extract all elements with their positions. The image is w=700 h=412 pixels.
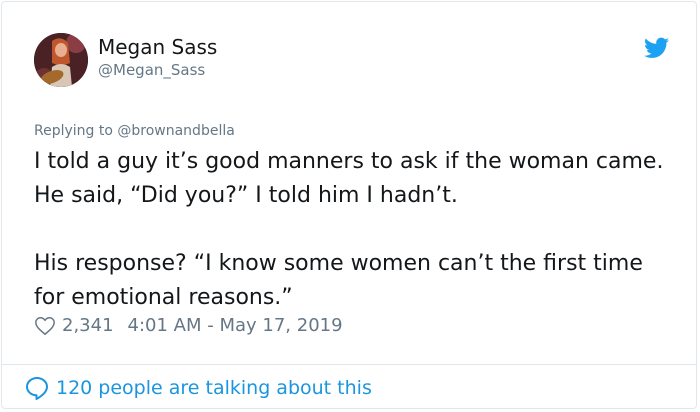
divider: [2, 364, 696, 365]
tweet-card: Megan Sass @Megan_Sass Replying to @brow…: [1, 1, 697, 409]
tweet-meta: 2,341 4:01 AM - May 17, 2019: [34, 314, 343, 338]
user-handle[interactable]: @Megan_Sass: [98, 61, 205, 79]
twitter-bird-icon[interactable]: [644, 37, 669, 59]
avatar[interactable]: [34, 33, 88, 87]
talking-about-text[interactable]: 120 people are talking about this: [56, 375, 372, 401]
display-name[interactable]: Megan Sass: [98, 35, 217, 59]
talking-about-link[interactable]: 120 people are talking about this: [24, 375, 372, 401]
tweet-paragraph: I told a guy it’s good manners to ask if…: [34, 149, 664, 208]
replying-to[interactable]: Replying to @brownandbella: [34, 122, 235, 140]
speech-bubble-icon: [26, 377, 48, 400]
heart-outline-icon[interactable]: [34, 315, 56, 337]
tweet-timestamp[interactable]: 4:01 AM - May 17, 2019: [128, 314, 343, 338]
like-count[interactable]: 2,341: [62, 314, 114, 338]
tweet-text: I told a guy it’s good manners to ask if…: [34, 145, 674, 315]
tweet-paragraph: His response? “I know some women can’t t…: [34, 251, 643, 310]
